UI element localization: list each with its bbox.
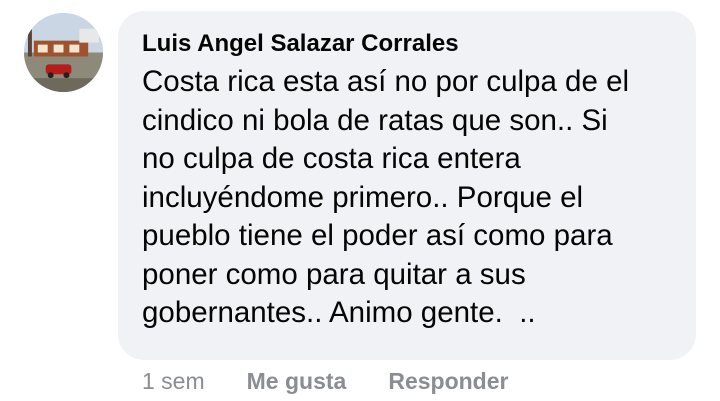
comment-author[interactable]: Luis Angel Salazar Corrales <box>142 29 674 59</box>
avatar[interactable] <box>24 13 103 92</box>
like-button[interactable]: Me gusta <box>247 368 347 395</box>
comment-actions: 1 sem Me gusta Responder <box>142 366 508 396</box>
comment-bubble: Luis Angel Salazar Corrales Costa rica e… <box>118 11 696 360</box>
comment-timestamp[interactable]: 1 sem <box>142 368 205 395</box>
reply-button[interactable]: Responder <box>388 368 508 395</box>
profile-photo-icon <box>24 13 103 92</box>
comment-text: Costa rica esta así no por culpa de el c… <box>142 65 630 329</box>
comment: Luis Angel Salazar Corrales Costa rica e… <box>0 0 720 401</box>
